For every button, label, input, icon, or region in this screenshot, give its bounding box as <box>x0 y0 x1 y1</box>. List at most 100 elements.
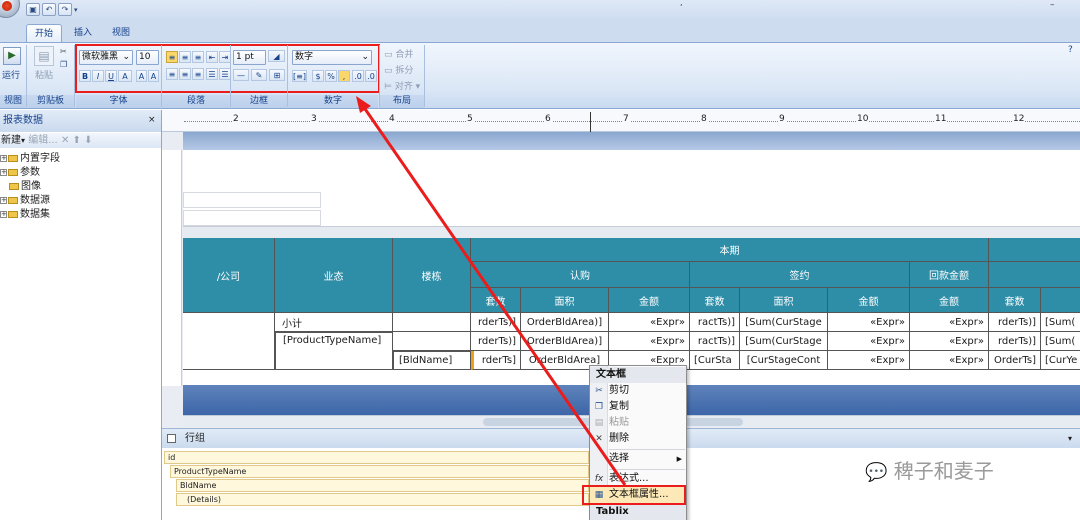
font-color-icon[interactable]: A <box>118 70 132 82</box>
header-amount[interactable]: 金额 <box>828 288 910 313</box>
header-business[interactable]: 业态 <box>275 238 393 313</box>
cut-icon[interactable]: ✂ <box>60 47 69 56</box>
save-icon[interactable]: ▣ <box>26 3 40 16</box>
data-cell[interactable]: ractTs)] <box>690 332 740 351</box>
align-center-icon[interactable]: ≡ <box>179 68 191 80</box>
italic-icon[interactable]: I <box>92 70 104 82</box>
increase-decimal-icon[interactable]: .0 <box>352 70 364 82</box>
window-controls[interactable]: – <box>1050 1 1080 10</box>
move-down-icon[interactable]: ⬇ <box>84 135 92 146</box>
expand-icon[interactable]: + <box>0 196 7 204</box>
edit-button[interactable]: 编辑... <box>28 135 58 146</box>
header-sets[interactable]: 套数 <box>471 288 521 313</box>
help-icon[interactable]: ? <box>1068 45 1078 55</box>
border-color-icon[interactable]: ◢ <box>268 50 285 62</box>
row-group-item[interactable]: (Details) <box>176 493 589 506</box>
expand-icon[interactable]: + <box>0 154 7 162</box>
paste-button[interactable]: 粘贴 <box>35 68 59 81</box>
data-cell[interactable]: OrderTs] <box>989 351 1041 370</box>
header-sets[interactable]: 套数 <box>690 288 740 313</box>
tree-item-images[interactable]: 图像 <box>0 180 41 193</box>
qat-dropdown-icon[interactable]: ▾ <box>74 6 82 14</box>
align-middle-icon[interactable]: ≡ <box>179 51 191 63</box>
align-button[interactable]: ⊨ 对齐 ▾ <box>384 79 424 92</box>
borders-icon[interactable]: ⊞ <box>269 69 285 81</box>
align-left-icon[interactable]: ≡ <box>166 68 178 80</box>
percent-icon[interactable]: % <box>325 70 337 82</box>
tablix[interactable]: /公司 业态 楼栋 本期 认购 签约 回款金额 套数 面积 金额 套数 面积 金… <box>183 238 1080 370</box>
expand-icon[interactable]: + <box>0 210 7 218</box>
menu-item-select[interactable]: 选择 ▶ <box>590 451 686 467</box>
expand-icon[interactable]: + <box>0 168 7 176</box>
data-cell[interactable]: «Expr» <box>910 332 989 351</box>
ruler-marker[interactable] <box>590 112 591 132</box>
data-cell[interactable]: rderTs)] <box>471 332 521 351</box>
selected-data-cell[interactable]: rderTs] <box>471 351 521 370</box>
tree-item-builtin-fields[interactable]: + 内置字段 <box>0 152 60 165</box>
chevron-down-icon[interactable]: ▾ <box>1068 429 1072 449</box>
undo-icon[interactable]: ↶ <box>42 3 56 16</box>
header-next-sub[interactable] <box>989 262 1080 288</box>
textbox-placeholder[interactable] <box>183 192 321 208</box>
header-area-partial[interactable] <box>1041 288 1080 313</box>
menu-item-delete[interactable]: ✕ 删除 <box>590 431 686 447</box>
pane-toggle-icon[interactable] <box>167 434 176 443</box>
move-up-icon[interactable]: ⬆ <box>73 135 81 146</box>
building-cell[interactable] <box>393 313 471 332</box>
data-cell[interactable]: [Sum( <box>1041 332 1080 351</box>
comma-icon[interactable]: , <box>338 70 350 82</box>
chevron-down-icon[interactable]: ▾ <box>21 136 25 145</box>
data-cell[interactable]: «Expr» <box>828 313 910 332</box>
underline-icon[interactable]: U <box>105 70 117 82</box>
menu-item-cut[interactable]: ✂ 剪切 <box>590 383 686 399</box>
data-cell[interactable]: rderTs)] <box>989 332 1041 351</box>
row-group-item[interactable]: ProductTypeName <box>170 465 589 478</box>
grow-font-icon[interactable]: A <box>136 70 147 82</box>
align-right-icon[interactable]: ≡ <box>192 68 204 80</box>
new-button[interactable]: 新建 <box>1 135 21 146</box>
data-cell[interactable]: OrderBldArea)] <box>521 332 609 351</box>
data-cell[interactable]: «Expr» <box>828 351 910 370</box>
shrink-font-icon[interactable]: A <box>148 70 159 82</box>
data-cell[interactable]: [Sum(CurStage <box>740 313 828 332</box>
menu-item-paste[interactable]: ▤ 粘贴 <box>590 415 686 431</box>
copy-icon[interactable]: ❐ <box>60 60 69 69</box>
report-body[interactable]: /公司 业态 楼栋 本期 认购 签约 回款金额 套数 面积 金额 套数 面积 金… <box>183 150 1080 385</box>
header-company[interactable]: /公司 <box>183 238 275 313</box>
close-icon[interactable]: × <box>148 115 158 125</box>
data-cell[interactable]: ractTs)] <box>690 313 740 332</box>
tree-item-parameters[interactable]: + 参数 <box>0 166 40 179</box>
tab-view[interactable]: 视图 <box>104 24 138 43</box>
border-pen-icon[interactable]: ✎ <box>251 69 267 81</box>
header-sign[interactable]: 签约 <box>690 262 910 288</box>
data-cell[interactable]: «Expr» <box>609 313 690 332</box>
run-button[interactable]: 运行 <box>2 68 26 81</box>
bullets-icon[interactable]: ☰ <box>206 68 218 80</box>
tablix-column-handles[interactable] <box>183 226 1080 238</box>
tab-home[interactable]: 开始 <box>26 24 63 43</box>
data-cell[interactable]: rderTs)] <box>989 313 1041 332</box>
data-cell[interactable]: [CurSta <box>690 351 740 370</box>
merge-button[interactable]: ▭ 合并 <box>384 47 424 60</box>
subtotal-cell[interactable]: 小计 <box>275 313 393 332</box>
building-cell[interactable] <box>393 332 471 351</box>
header-area[interactable]: 面积 <box>740 288 828 313</box>
data-cell[interactable]: rderTs)] <box>471 313 521 332</box>
decrease-indent-icon[interactable]: ⇤ <box>206 51 218 63</box>
data-cell[interactable]: [CurYe <box>1041 351 1080 370</box>
bold-icon[interactable]: B <box>79 70 91 82</box>
bldname-cell[interactable]: [BldName] <box>393 351 471 370</box>
placeholder-icon[interactable]: [≡] <box>292 70 307 82</box>
data-cell[interactable]: [CurStageCont <box>740 351 828 370</box>
tree-item-datasets[interactable]: + 数据集 <box>0 208 50 221</box>
split-button[interactable]: ▭ 拆分 <box>384 63 424 76</box>
textbox-placeholder[interactable] <box>183 210 321 226</box>
redo-icon[interactable]: ↷ <box>58 3 72 16</box>
data-cell[interactable]: OrderBldArea)] <box>521 313 609 332</box>
product-type-cell[interactable]: [ProductTypeName] <box>275 332 393 370</box>
align-bottom-icon[interactable]: ≡ <box>192 51 204 63</box>
run-icon[interactable]: ▶ <box>3 47 21 65</box>
tree-item-datasources[interactable]: + 数据源 <box>0 194 50 207</box>
number-format-dropdown[interactable]: 数字 ⌄ <box>292 50 372 65</box>
currency-icon[interactable]: $ <box>312 70 324 82</box>
